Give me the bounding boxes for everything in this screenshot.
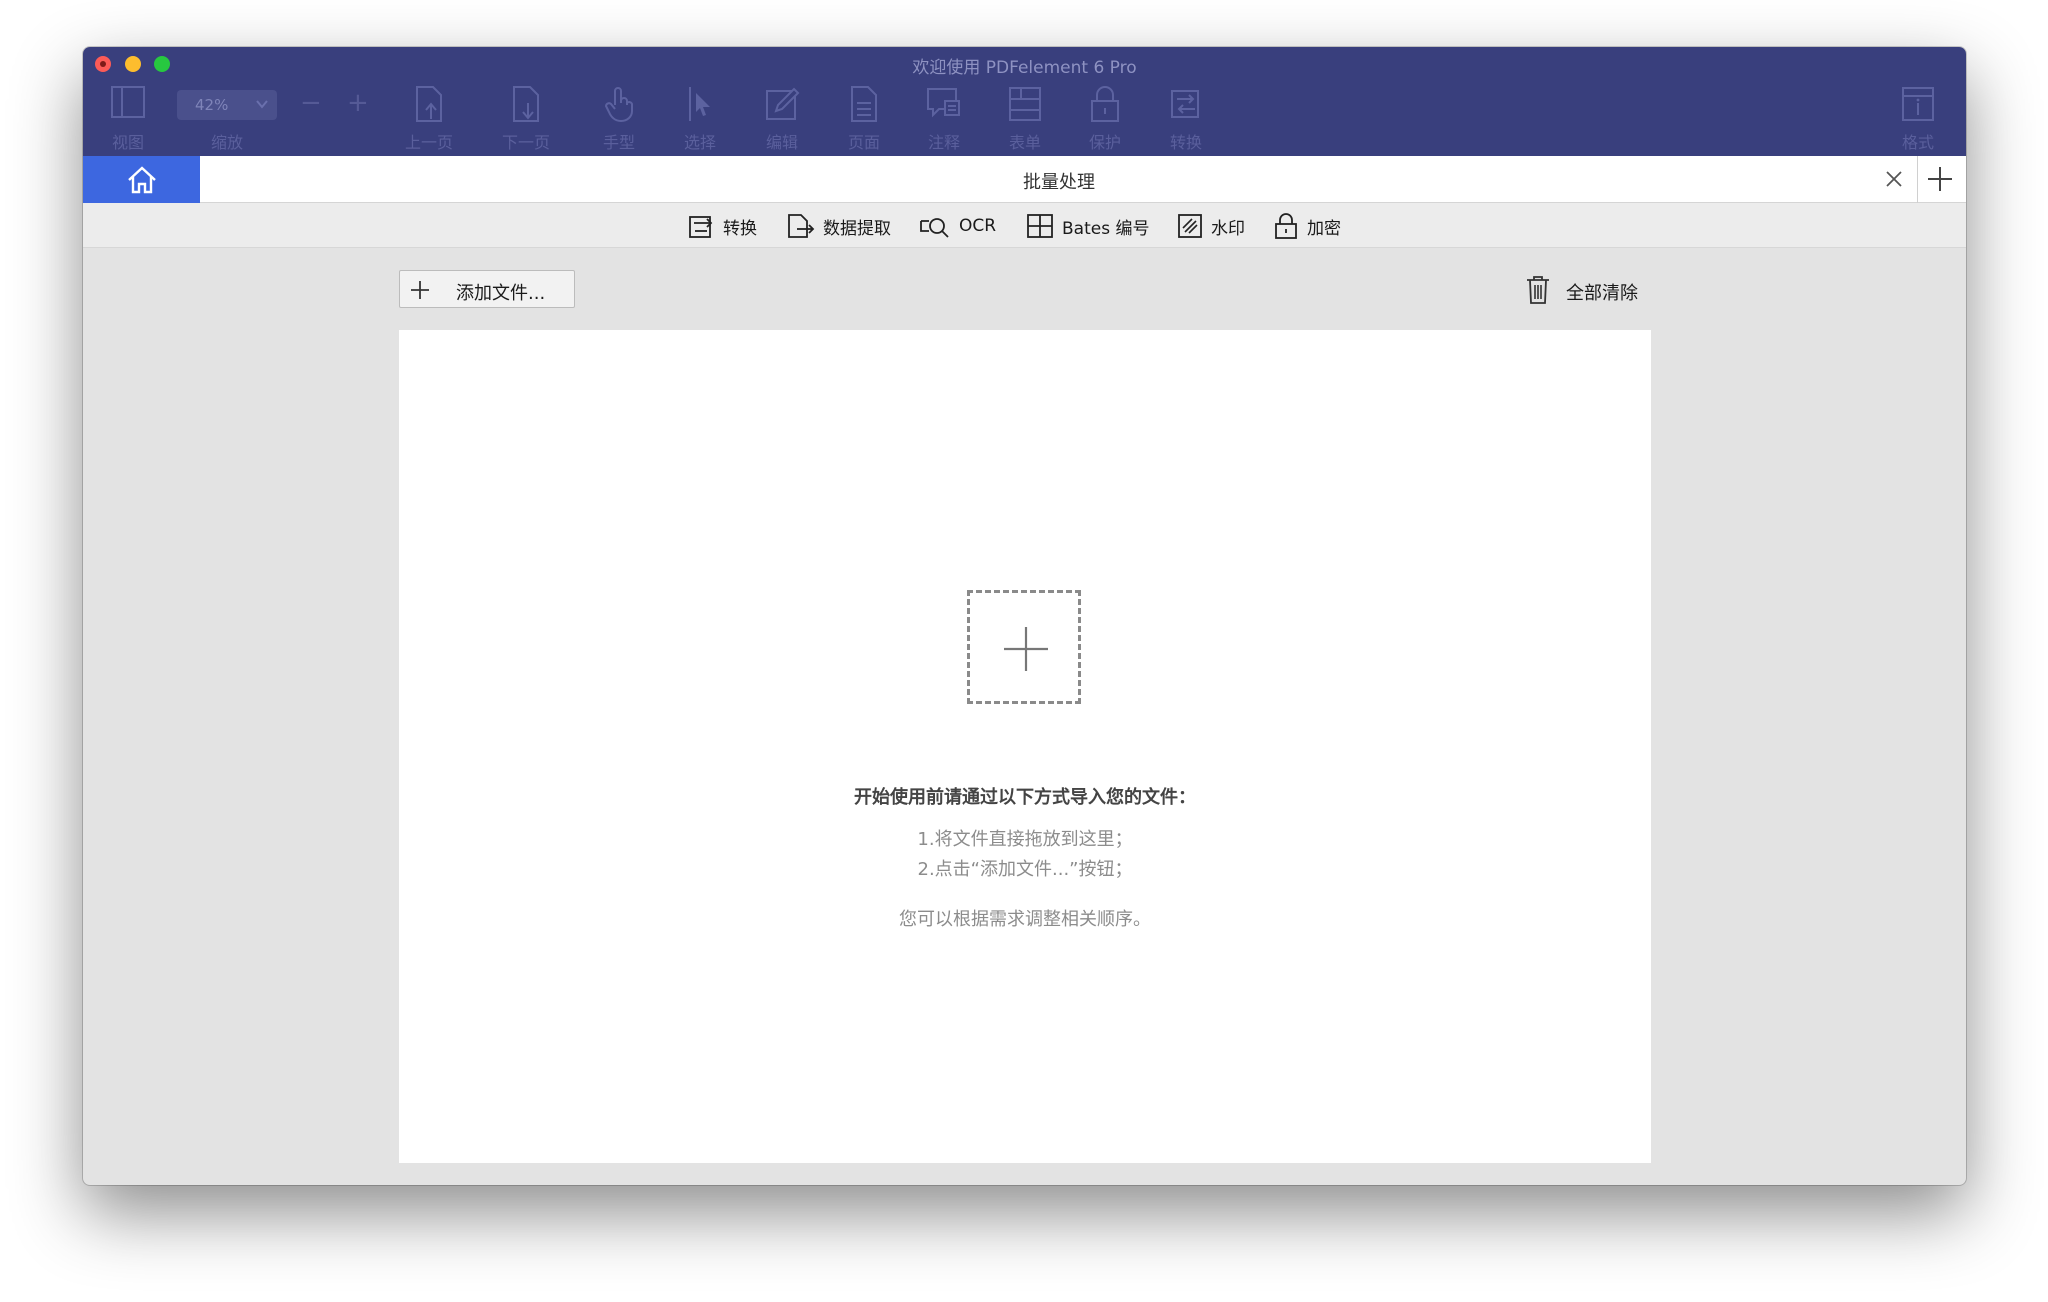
edit-label: 编辑 bbox=[765, 133, 798, 152]
view-label: 视图 bbox=[111, 133, 144, 152]
watermark-icon bbox=[1178, 214, 1202, 238]
comment-button[interactable]: 注释 bbox=[909, 85, 979, 153]
format-button[interactable]: 格式 bbox=[1883, 85, 1953, 153]
batch-watermark-button[interactable]: 水印 bbox=[1177, 213, 1245, 239]
batch-encrypt-button[interactable]: 加密 bbox=[1273, 213, 1341, 239]
batch-ocr-button[interactable]: OCR bbox=[919, 213, 996, 239]
sidebar-view-icon bbox=[111, 86, 145, 118]
select-tool-label: 选择 bbox=[683, 133, 716, 152]
clear-all-label: 全部清除 bbox=[1566, 283, 1638, 304]
batch-convert-button[interactable]: 转换 bbox=[687, 213, 757, 239]
form-button[interactable]: 表单 bbox=[990, 85, 1060, 153]
batch-bates-label: Bates 编号 bbox=[1062, 218, 1150, 239]
page-down-icon bbox=[513, 86, 539, 122]
plus-icon bbox=[411, 281, 429, 299]
convert-label: 转换 bbox=[1169, 133, 1202, 152]
trash-icon bbox=[1527, 276, 1549, 304]
new-tab-plus-icon[interactable] bbox=[1926, 165, 1954, 193]
lock-icon bbox=[1275, 213, 1297, 239]
hand-tool-button[interactable]: 手型 bbox=[584, 85, 654, 153]
zoom-label: 缩放 bbox=[210, 133, 243, 152]
zoom-group: 缩放 bbox=[192, 85, 262, 153]
drop-hint-note: 您可以根据需求调整相关顺序。 bbox=[899, 909, 1151, 930]
file-drop-area[interactable]: 开始使用前请通过以下方式导入您的文件： 1.将文件直接拖放到这里； 2.点击“添… bbox=[399, 330, 1651, 1163]
add-files-button[interactable]: 添加文件... bbox=[399, 270, 575, 308]
edit-icon bbox=[766, 87, 800, 120]
form-icon bbox=[1009, 87, 1041, 121]
page-label: 页面 bbox=[847, 133, 880, 152]
info-panel-icon bbox=[1902, 87, 1934, 121]
zoom-out-button[interactable]: − bbox=[300, 90, 322, 116]
batch-encrypt-label: 加密 bbox=[1307, 218, 1341, 239]
home-icon bbox=[128, 166, 156, 194]
drop-hint-step1: 1.将文件直接拖放到这里； bbox=[917, 829, 1133, 850]
protect-button[interactable]: 保护 bbox=[1070, 85, 1140, 153]
batch-extract-button[interactable]: 数据提取 bbox=[785, 213, 891, 239]
edit-button[interactable]: 编辑 bbox=[747, 85, 817, 153]
main-toolbar: 欢迎使用 PDFelement 6 Pro 视图 42% 缩放 − + 上一页 … bbox=[83, 47, 1966, 156]
prev-page-button[interactable]: 上一页 bbox=[394, 85, 464, 153]
add-files-label: 添加文件... bbox=[456, 283, 546, 304]
batch-toolbar: 转换 数据提取 OCR Bates 编号 水印 加密 bbox=[83, 203, 1966, 248]
ocr-scan-icon bbox=[920, 218, 949, 238]
drop-target-box[interactable] bbox=[967, 590, 1081, 704]
data-extract-icon bbox=[788, 214, 815, 238]
view-button[interactable]: 视图 bbox=[93, 85, 163, 153]
plus-icon bbox=[1004, 627, 1048, 671]
page-icon bbox=[851, 86, 877, 122]
bates-number-icon bbox=[1027, 214, 1053, 238]
batch-watermark-label: 水印 bbox=[1211, 218, 1245, 239]
prev-page-label: 上一页 bbox=[404, 133, 453, 152]
batch-convert-label: 转换 bbox=[723, 218, 757, 239]
format-label: 格式 bbox=[1901, 133, 1934, 152]
hand-icon bbox=[604, 87, 633, 123]
cursor-select-icon bbox=[689, 87, 710, 121]
home-tab[interactable] bbox=[83, 156, 200, 203]
drop-hint-step2: 2.点击“添加文件...”按钮； bbox=[917, 859, 1133, 880]
protect-label: 保护 bbox=[1088, 133, 1121, 152]
page-up-icon bbox=[416, 86, 442, 122]
batch-ocr-label: OCR bbox=[959, 216, 997, 236]
convert-icon bbox=[689, 216, 713, 238]
batch-bates-button[interactable]: Bates 编号 bbox=[1026, 213, 1149, 239]
zoom-in-button[interactable]: + bbox=[347, 90, 369, 116]
app-window: 欢迎使用 PDFelement 6 Pro 视图 42% 缩放 − + 上一页 … bbox=[83, 47, 1966, 1185]
batch-extract-label: 数据提取 bbox=[823, 218, 891, 239]
hand-tool-label: 手型 bbox=[602, 133, 635, 152]
window-title: 欢迎使用 PDFelement 6 Pro bbox=[912, 58, 1137, 78]
comment-label: 注释 bbox=[927, 133, 960, 152]
tab-divider bbox=[1917, 156, 1918, 203]
tab-batch-process[interactable]: 批量处理 bbox=[200, 168, 1918, 194]
convert-button[interactable]: 转换 bbox=[1151, 85, 1221, 153]
comment-icon bbox=[927, 88, 960, 118]
lock-icon bbox=[1091, 86, 1119, 122]
convert-icon bbox=[1171, 90, 1199, 118]
next-page-button[interactable]: 下一页 bbox=[491, 85, 561, 153]
page-button[interactable]: 页面 bbox=[829, 85, 899, 153]
drop-hint-title: 开始使用前请通过以下方式导入您的文件： bbox=[854, 787, 1196, 808]
close-icon[interactable] bbox=[1884, 169, 1904, 189]
document-tab-bar: 批量处理 bbox=[83, 156, 1966, 203]
next-page-label: 下一页 bbox=[501, 133, 550, 152]
form-label: 表单 bbox=[1008, 133, 1041, 152]
select-tool-button[interactable]: 选择 bbox=[665, 85, 735, 153]
